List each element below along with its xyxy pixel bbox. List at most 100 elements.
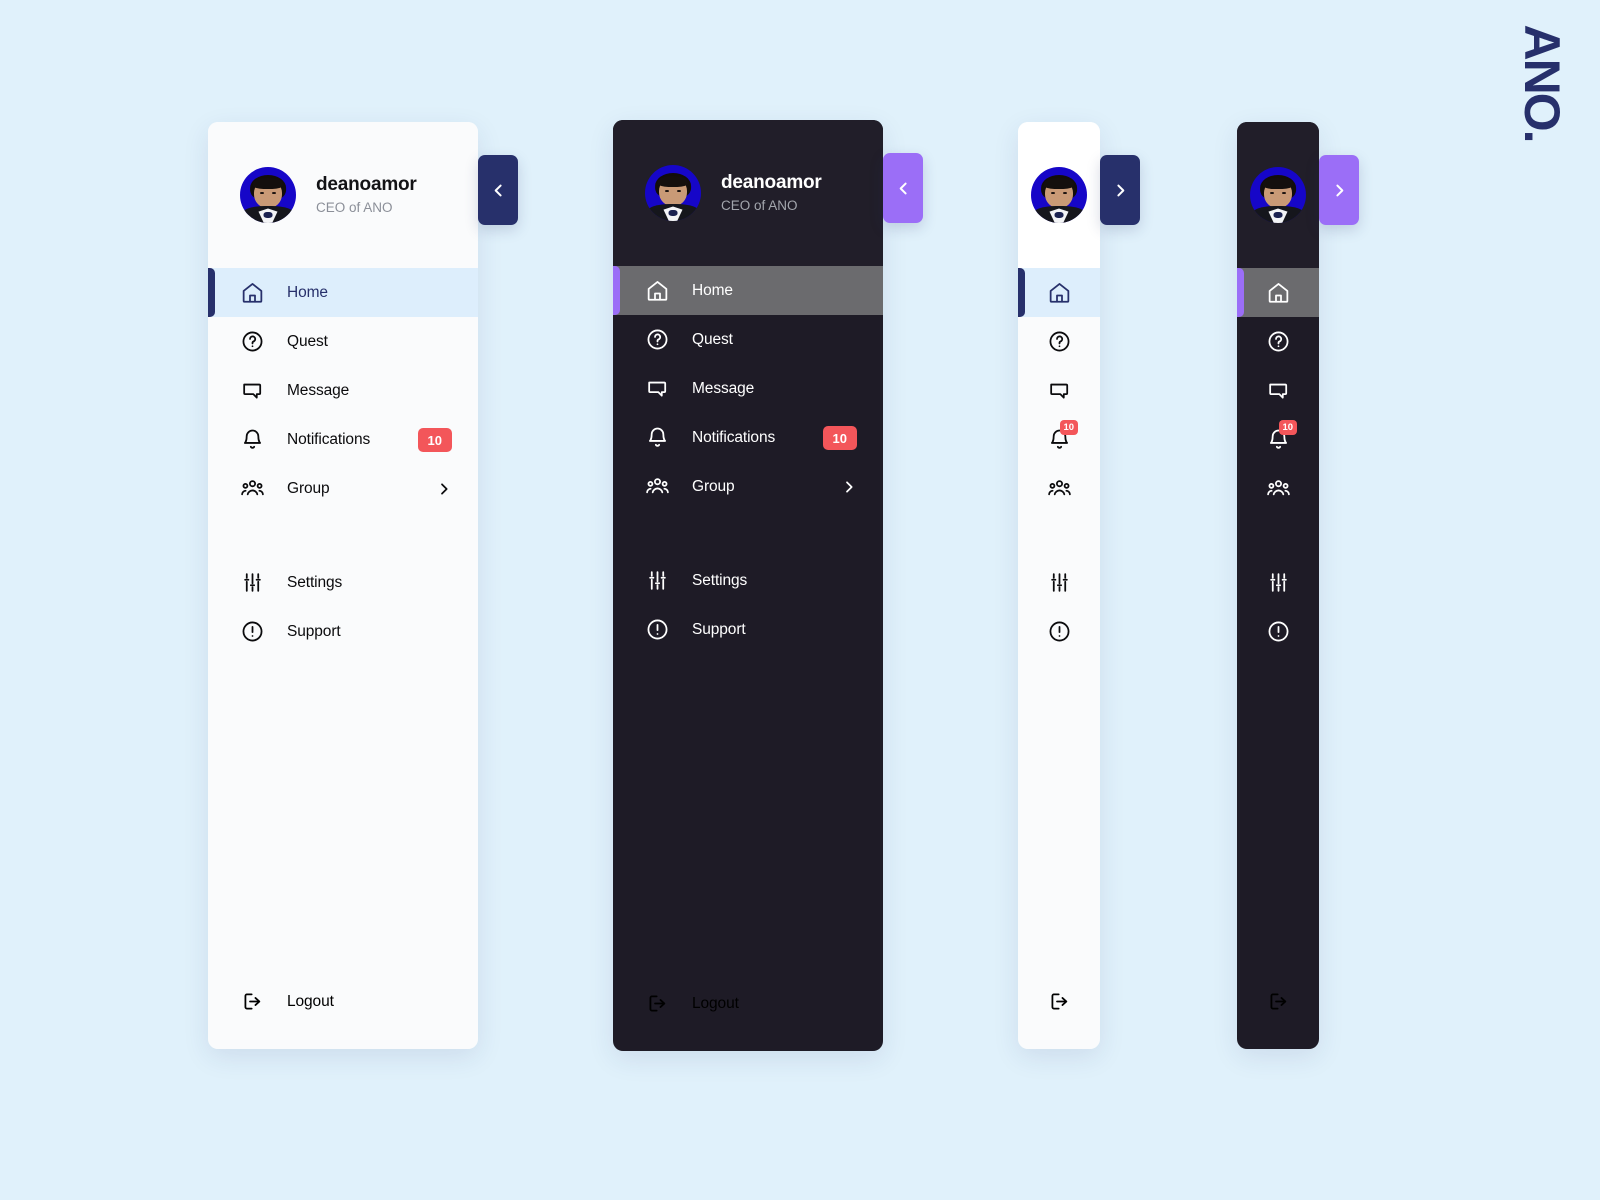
sidebar-item-notifications[interactable]: 10 [1018,415,1100,464]
notification-badge: 10 [1278,420,1298,435]
active-indicator [1018,268,1025,317]
logout-label: Logout [692,994,739,1012]
question-circle-icon [645,327,670,352]
sidebar-item-label: Message [692,379,755,397]
question-circle-icon [1266,329,1291,354]
sidebar-item-label: Support [287,622,341,640]
sidebar-item-group[interactable]: Group [613,462,883,511]
nav-secondary: Settings Support [613,556,883,654]
profile-name: deanoamor [316,173,417,195]
nav-group-divider [1237,513,1319,558]
home-icon [1266,280,1291,305]
sidebar-item-support[interactable] [1237,607,1319,656]
nav-group-divider [1018,513,1100,558]
sliders-icon [1266,570,1291,595]
expand-sidebar-button[interactable] [1100,155,1140,225]
profile-header[interactable] [1018,122,1100,268]
active-indicator [613,266,620,315]
sidebar-item-quest[interactable] [1018,317,1100,366]
sidebar-item-settings[interactable]: Settings [613,556,883,605]
nav-flex-spacer [1237,656,1319,977]
sidebar-light-collapsed: 10 [1018,122,1140,1049]
sidebar-item-notifications[interactable]: 10 [1237,415,1319,464]
notification-badge: 10 [1059,420,1079,435]
sidebar-item-home[interactable]: Home [208,268,478,317]
profile-header[interactable] [1237,122,1319,268]
sidebar-item-notifications[interactable]: Notifications 10 [613,413,883,462]
nav-flex-spacer [1018,656,1100,977]
active-indicator [1237,268,1244,317]
sidebar-item-label: Settings [287,573,343,591]
sidebar-item-support[interactable]: Support [208,607,478,656]
chevron-right-icon[interactable] [841,479,857,495]
message-icon [1266,378,1291,403]
nav-secondary [1237,558,1319,656]
sidebar-item-group[interactable] [1018,464,1100,513]
sidebar-item-message[interactable]: Message [208,366,478,415]
profile-role: CEO of ANO [316,199,393,215]
logout-button[interactable] [1237,977,1319,1026]
chevron-left-icon [490,182,507,199]
logout-button[interactable]: Logout [613,979,883,1028]
sidebar-item-settings[interactable]: Settings [208,558,478,607]
logout-icon [645,991,670,1016]
nav-group-divider [208,513,478,558]
sidebar-item-quest[interactable]: Quest [613,315,883,364]
profile-header[interactable]: deanoamor CEO of ANO [613,120,883,266]
sidebar-item-message[interactable] [1237,366,1319,415]
bell-icon: 10 [1266,420,1298,452]
sidebar-item-quest[interactable] [1237,317,1319,366]
sliders-icon [240,570,265,595]
expand-sidebar-button[interactable] [1319,155,1359,225]
nav-flex-spacer [613,654,883,979]
sidebar-item-group[interactable]: Group [208,464,478,513]
sidebar-item-message[interactable]: Message [613,364,883,413]
sidebar-item-home[interactable] [1237,268,1319,317]
collapse-sidebar-button[interactable] [478,155,518,225]
nav-primary: 10 [1018,268,1100,513]
avatar [645,165,701,221]
sidebar-item-label: Group [287,479,330,497]
sidebar-light-expanded: deanoamor CEO of ANO Home Quest Message … [208,122,518,1049]
avatar [1031,167,1087,223]
sidebar-item-label: Message [287,381,350,399]
sidebar-item-label: Notifications [692,428,776,446]
brand-logo-text: ANO. [1514,24,1570,142]
sidebar-item-label: Quest [287,332,328,350]
sidebar-item-quest[interactable]: Quest [208,317,478,366]
sidebar-item-notifications[interactable]: Notifications 10 [208,415,478,464]
question-circle-icon [1047,329,1072,354]
logout-button[interactable]: Logout [208,977,478,1026]
sidebar-item-support[interactable] [1018,607,1100,656]
sidebar-item-label: Settings [692,571,748,589]
collapse-sidebar-button[interactable] [883,153,923,223]
home-icon [645,278,670,303]
group-icon [240,476,265,501]
sliders-icon [645,568,670,593]
sidebar-item-support[interactable]: Support [613,605,883,654]
sidebar-item-home[interactable] [1018,268,1100,317]
bell-icon: 10 [1047,420,1079,452]
logout-button[interactable] [1018,977,1100,1026]
sidebar-dark-expanded: deanoamor CEO of ANO Home Quest Message … [613,120,923,1051]
bell-icon [240,427,265,452]
chevron-right-icon [1112,182,1129,199]
chevron-right-icon[interactable] [436,481,452,497]
profile-role: CEO of ANO [721,197,798,213]
sidebar-item-label: Quest [692,330,733,348]
sidebar-item-settings[interactable] [1237,558,1319,607]
sidebar-item-settings[interactable] [1018,558,1100,607]
sidebar-item-label: Home [692,281,733,299]
sidebar-item-label: Home [287,283,328,301]
profile-header[interactable]: deanoamor CEO of ANO [208,122,478,268]
chevron-right-icon [1331,182,1348,199]
sidebar-item-message[interactable] [1018,366,1100,415]
exclamation-circle-icon [240,619,265,644]
avatar [1250,167,1306,223]
notification-badge: 10 [417,427,452,452]
sidebar-item-group[interactable] [1237,464,1319,513]
message-icon [645,376,670,401]
nav-secondary [1018,558,1100,656]
sidebar-item-home[interactable]: Home [613,266,883,315]
sliders-icon [1047,570,1072,595]
